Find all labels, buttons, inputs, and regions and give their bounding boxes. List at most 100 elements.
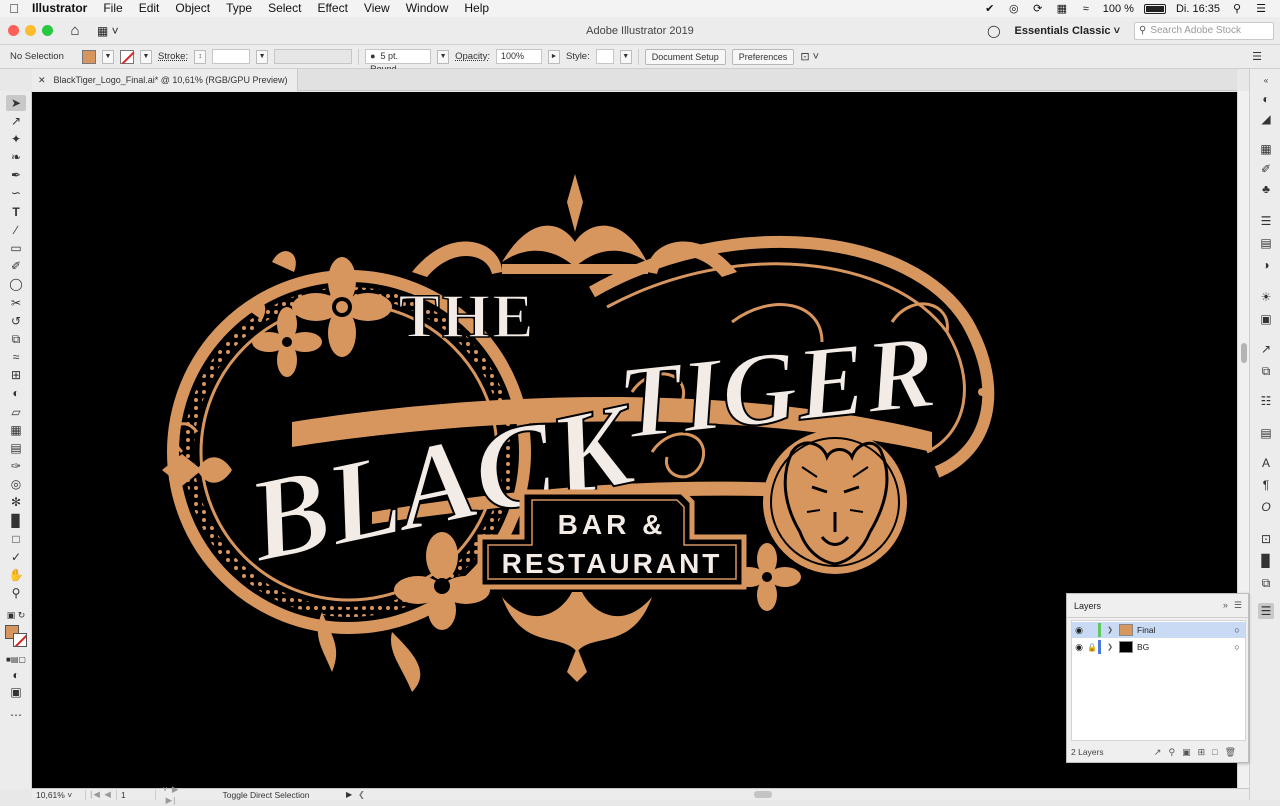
artboard-canvas[interactable]: THE BLACK TIGER BAR & RESTAURANT (32, 92, 1237, 788)
workspace-switcher[interactable]: Essentials Classic ˅ (1009, 25, 1127, 37)
graphic-style-dropdown[interactable]: ▼ (619, 49, 632, 64)
stroke-weight-stepper[interactable]: ↕ (194, 49, 207, 64)
checkmark-icon[interactable]: ✔ (983, 3, 997, 15)
delete-layer-icon[interactable]: 🗑 (1225, 747, 1236, 758)
export-icon[interactable]: ↗ (1154, 747, 1162, 758)
stroke-swatch[interactable] (120, 49, 134, 64)
menu-view[interactable]: View (356, 0, 398, 17)
gradient-tool-icon[interactable]: ▤ (6, 440, 26, 456)
align-panel-icon[interactable]: ⊡ (1258, 531, 1274, 547)
horizontal-scroll-thumb[interactable] (754, 791, 772, 798)
screen-mode-icon[interactable]: ▣ (6, 684, 26, 700)
stroke-color-swatch[interactable] (13, 633, 27, 647)
asset-export-icon[interactable]: ↗ (1258, 341, 1274, 357)
brushes-panel-icon[interactable]: ✐ (1258, 161, 1274, 177)
artboard-tool-icon[interactable]: □ (6, 531, 26, 547)
menu-select[interactable]: Select (260, 0, 309, 17)
fill-dropdown[interactable]: ▼ (102, 49, 114, 64)
menu-effect[interactable]: Effect (309, 0, 355, 17)
zoom-level-field[interactable]: 10,61% ˅ (32, 789, 86, 800)
expand-arrow-icon[interactable]: ❯ (1105, 626, 1115, 634)
eyedropper-tool-icon[interactable]: ✑ (6, 458, 26, 474)
creative-cloud-icon[interactable]: ◎ (1007, 3, 1021, 15)
artboard-next-buttons[interactable]: ˅ ▶ ▶| (156, 784, 186, 806)
slice-tool-icon[interactable]: ✓ (6, 549, 26, 565)
paintbrush-tool-icon[interactable]: ✐ (6, 258, 26, 274)
menu-file[interactable]: File (95, 0, 130, 17)
stock-search-input[interactable]: ⚲ Search Adobe Stock (1134, 21, 1274, 40)
layer-name[interactable]: BG (1137, 642, 1229, 652)
color-panel-icon[interactable]: ◐ (1258, 91, 1274, 107)
opacity-field[interactable]: 100% (495, 49, 542, 64)
symbol-sprayer-tool-icon[interactable]: ✻ (6, 494, 26, 510)
layer-row-bg[interactable]: ◉ 🔒 ❯ BG ○ (1072, 639, 1245, 655)
battery-icon[interactable] (1143, 3, 1166, 14)
wifi-icon[interactable]: ≈ (1079, 3, 1093, 15)
curvature-tool-icon[interactable]: ∽ (6, 185, 26, 201)
home-icon[interactable]: ⌂ (67, 22, 83, 39)
selection-tool-icon[interactable]: ➤ (6, 95, 26, 111)
brush-definition[interactable]: ● 5 pt. Round (365, 49, 432, 74)
new-sublayer-icon[interactable]: ⊞ (1198, 747, 1206, 758)
line-tool-icon[interactable]: ∕ (6, 222, 26, 238)
menu-type[interactable]: Type (218, 0, 260, 17)
shape-builder-tool-icon[interactable]: ◐ (6, 385, 26, 401)
symbols-panel-icon[interactable]: ♣ (1258, 181, 1274, 197)
swatches-panel-icon[interactable]: ▦ (1258, 141, 1274, 157)
arrange-documents-icon[interactable]: ▦ ˅ (97, 24, 119, 38)
artboard-number-field[interactable]: 1 (116, 789, 156, 800)
warp-tool-icon[interactable]: ≈ (6, 349, 26, 365)
document-tab[interactable]: ✕ BlackTiger_Logo_Final.ai* @ 10,61% (RG… (32, 69, 299, 91)
fill-stroke-widget[interactable] (5, 625, 29, 649)
paragraph-panel-icon[interactable]: ¶ (1258, 477, 1274, 493)
menu-help[interactable]: Help (456, 0, 497, 17)
zoom-tool-icon[interactable]: ⚲ (6, 585, 26, 601)
edit-toolbar-icon[interactable]: ⋯ (6, 707, 26, 723)
notification-center-icon[interactable]: ☰ (1254, 3, 1268, 15)
preferences-button[interactable]: Preferences (731, 48, 795, 65)
stroke-dropdown[interactable]: ▼ (140, 49, 152, 64)
artboard-prev-buttons[interactable]: |◀ ◀ (86, 789, 116, 800)
artboards-panel-icon[interactable]: ⧉ (1258, 363, 1274, 379)
blend-tool-icon[interactable]: ◎ (6, 476, 26, 492)
libraries-panel-icon[interactable]: ▤ (1258, 425, 1274, 441)
lock-icon[interactable]: 🔒 (1086, 643, 1098, 652)
shaper-tool-icon[interactable]: ◯ (6, 276, 26, 292)
transparency-panel-icon[interactable]: ◑ (1258, 257, 1274, 273)
vertical-scroll-thumb[interactable] (1241, 343, 1247, 363)
close-window-button[interactable] (8, 25, 19, 36)
lasso-tool-icon[interactable]: ❧ (6, 149, 26, 165)
stroke-panel-icon[interactable]: ☰ (1258, 213, 1274, 229)
color-mode-icons[interactable]: ■▤▢ (6, 652, 26, 668)
stroke-label[interactable]: Stroke: (158, 51, 188, 62)
scissors-tool-icon[interactable]: ✂ (6, 295, 26, 311)
stroke-weight-dropdown[interactable]: ▼ (256, 49, 269, 64)
column-graph-tool-icon[interactable]: ▉ (6, 513, 26, 529)
minimize-window-button[interactable] (25, 25, 36, 36)
rectangle-tool-icon[interactable]: ▭ (6, 240, 26, 256)
opentype-panel-icon[interactable]: O (1258, 499, 1274, 515)
pen-tool-icon[interactable]: ✒ (6, 167, 26, 183)
locate-object-icon[interactable]: ⚲ (1168, 747, 1175, 758)
app-menu[interactable]: Illustrator (28, 0, 95, 17)
menu-window[interactable]: Window (398, 0, 457, 17)
target-circle-icon[interactable]: ○ (1229, 642, 1245, 652)
variable-width-profile[interactable] (274, 49, 353, 64)
visibility-eye-icon[interactable]: ◉ (1072, 625, 1086, 636)
collapse-dock-icon[interactable]: « (1258, 73, 1274, 89)
pathfinder-panel-icon[interactable]: ▉ (1258, 553, 1274, 569)
appearance-panel-icon[interactable]: ☀ (1258, 289, 1274, 305)
new-layer-icon[interactable]: □ (1212, 747, 1217, 758)
document-setup-button[interactable]: Document Setup (644, 48, 726, 65)
target-circle-icon[interactable]: ○ (1229, 625, 1245, 635)
expand-arrow-icon[interactable]: ❯ (1105, 643, 1115, 651)
type-tool-icon[interactable]: T (6, 204, 26, 220)
stroke-weight-field[interactable] (212, 49, 251, 64)
color-guide-icon[interactable]: ◢ (1258, 111, 1274, 127)
free-transform-tool-icon[interactable]: ⊞ (6, 367, 26, 383)
grid-icon[interactable]: ▦ (1055, 3, 1069, 15)
close-tab-icon[interactable]: ✕ (38, 75, 46, 86)
apple-icon[interactable]:  (0, 1, 28, 16)
sync-icon[interactable]: ⟳ (1031, 3, 1045, 15)
menu-edit[interactable]: Edit (131, 0, 168, 17)
